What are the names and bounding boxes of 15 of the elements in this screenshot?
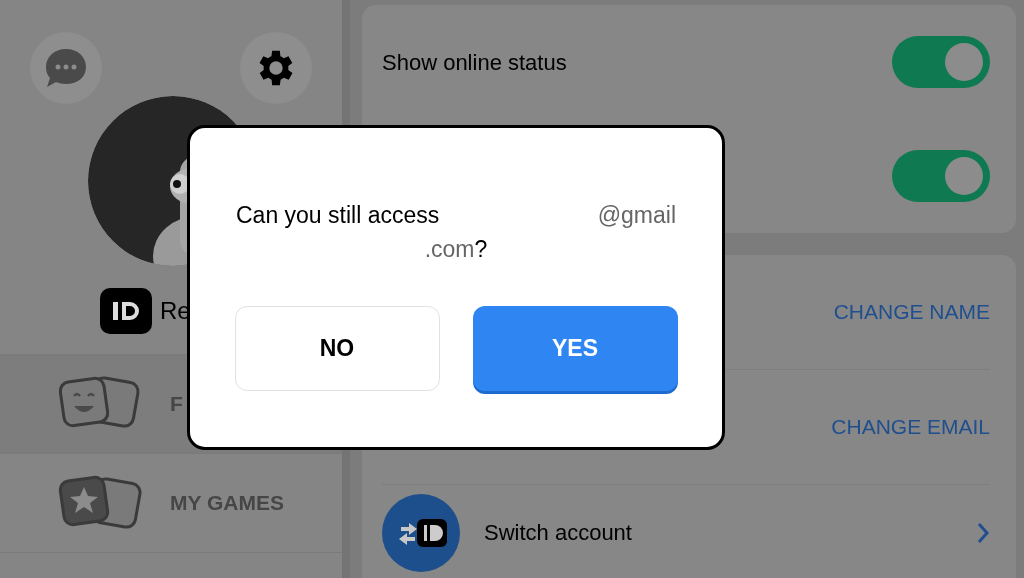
action-link[interactable]: CHANGE NAME — [833, 296, 990, 328]
switch-account-row[interactable]: Switch account — [382, 485, 990, 578]
setting-label: Show online status — [382, 48, 567, 77]
question-mark: ? — [474, 235, 488, 264]
email-end: .com — [424, 235, 475, 264]
action-link[interactable]: CHANGE EMAIL — [831, 411, 990, 443]
dialog-question: Can you still access — [236, 201, 440, 230]
no-button[interactable]: NO — [234, 306, 440, 391]
toggle-switch[interactable] — [892, 36, 990, 88]
id-icon — [111, 300, 141, 322]
yes-button[interactable]: YES — [472, 306, 678, 391]
email-start: @gmail — [597, 201, 676, 230]
chat-icon — [44, 47, 88, 89]
toggle-switch[interactable] — [892, 150, 990, 202]
chevron-right-icon — [976, 520, 990, 545]
